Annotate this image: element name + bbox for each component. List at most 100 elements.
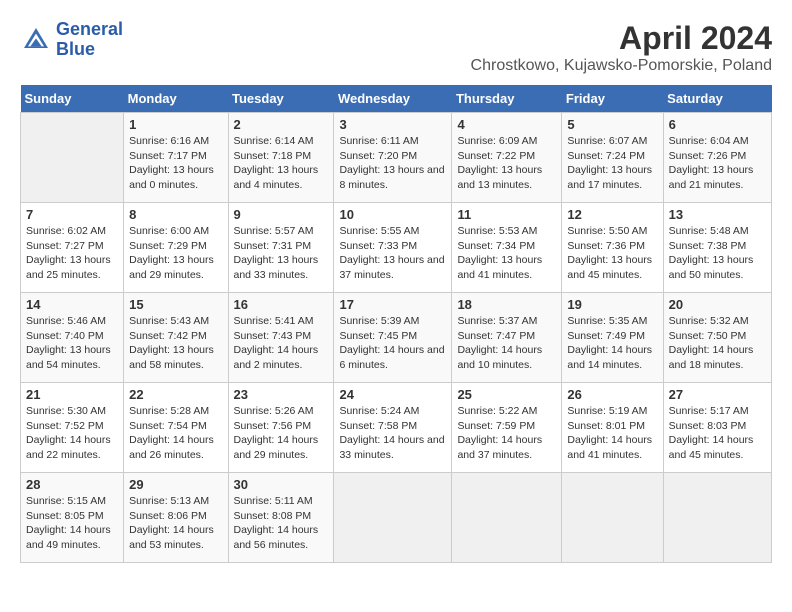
- calendar-week-2: 7 Sunrise: 6:02 AM Sunset: 7:27 PM Dayli…: [21, 203, 772, 293]
- daylight: Daylight: 13 hours and 29 minutes.: [129, 253, 222, 282]
- calendar-cell: 11 Sunrise: 5:53 AM Sunset: 7:34 PM Dayl…: [452, 203, 562, 293]
- calendar-cell: 10 Sunrise: 5:55 AM Sunset: 7:33 PM Dayl…: [334, 203, 452, 293]
- day-number: 16: [234, 297, 329, 312]
- sunset: Sunset: 7:45 PM: [339, 329, 446, 344]
- day-info: Sunrise: 5:32 AM Sunset: 7:50 PM Dayligh…: [669, 314, 766, 373]
- calendar-cell: 3 Sunrise: 6:11 AM Sunset: 7:20 PM Dayli…: [334, 113, 452, 203]
- daylight: Daylight: 14 hours and 18 minutes.: [669, 343, 766, 372]
- sunrise: Sunrise: 6:09 AM: [457, 134, 556, 149]
- calendar-cell: 13 Sunrise: 5:48 AM Sunset: 7:38 PM Dayl…: [663, 203, 771, 293]
- sunrise: Sunrise: 6:04 AM: [669, 134, 766, 149]
- calendar-cell: 20 Sunrise: 5:32 AM Sunset: 7:50 PM Dayl…: [663, 293, 771, 383]
- daylight: Daylight: 14 hours and 33 minutes.: [339, 433, 446, 462]
- day-number: 17: [339, 297, 446, 312]
- sunrise: Sunrise: 6:11 AM: [339, 134, 446, 149]
- sunset: Sunset: 7:31 PM: [234, 239, 329, 254]
- calendar-cell: 4 Sunrise: 6:09 AM Sunset: 7:22 PM Dayli…: [452, 113, 562, 203]
- day-number: 13: [669, 207, 766, 222]
- weekday-header-saturday: Saturday: [663, 85, 771, 113]
- sunrise: Sunrise: 6:14 AM: [234, 134, 329, 149]
- day-number: 4: [457, 117, 556, 132]
- daylight: Daylight: 13 hours and 50 minutes.: [669, 253, 766, 282]
- daylight: Daylight: 14 hours and 14 minutes.: [567, 343, 657, 372]
- header: General Blue April 2024 Chrostkowo, Kuja…: [20, 20, 772, 75]
- day-info: Sunrise: 5:26 AM Sunset: 7:56 PM Dayligh…: [234, 404, 329, 463]
- sunrise: Sunrise: 6:07 AM: [567, 134, 657, 149]
- weekday-header-tuesday: Tuesday: [228, 85, 334, 113]
- day-number: 11: [457, 207, 556, 222]
- daylight: Daylight: 13 hours and 8 minutes.: [339, 163, 446, 192]
- calendar-cell: [663, 473, 771, 563]
- sunrise: Sunrise: 5:15 AM: [26, 494, 118, 509]
- sunset: Sunset: 7:26 PM: [669, 149, 766, 164]
- daylight: Daylight: 13 hours and 17 minutes.: [567, 163, 657, 192]
- calendar-week-1: 1 Sunrise: 6:16 AM Sunset: 7:17 PM Dayli…: [21, 113, 772, 203]
- day-number: 9: [234, 207, 329, 222]
- day-info: Sunrise: 6:11 AM Sunset: 7:20 PM Dayligh…: [339, 134, 446, 193]
- title-area: April 2024 Chrostkowo, Kujawsko-Pomorski…: [471, 20, 772, 75]
- sunrise: Sunrise: 5:24 AM: [339, 404, 446, 419]
- calendar-cell: 9 Sunrise: 5:57 AM Sunset: 7:31 PM Dayli…: [228, 203, 334, 293]
- daylight: Daylight: 14 hours and 56 minutes.: [234, 523, 329, 552]
- day-info: Sunrise: 6:16 AM Sunset: 7:17 PM Dayligh…: [129, 134, 222, 193]
- calendar-cell: 28 Sunrise: 5:15 AM Sunset: 8:05 PM Dayl…: [21, 473, 124, 563]
- day-number: 15: [129, 297, 222, 312]
- calendar-cell: 15 Sunrise: 5:43 AM Sunset: 7:42 PM Dayl…: [124, 293, 228, 383]
- day-info: Sunrise: 6:00 AM Sunset: 7:29 PM Dayligh…: [129, 224, 222, 283]
- day-info: Sunrise: 6:02 AM Sunset: 7:27 PM Dayligh…: [26, 224, 118, 283]
- calendar-cell: [452, 473, 562, 563]
- calendar-cell: 29 Sunrise: 5:13 AM Sunset: 8:06 PM Dayl…: [124, 473, 228, 563]
- day-number: 7: [26, 207, 118, 222]
- day-info: Sunrise: 5:11 AM Sunset: 8:08 PM Dayligh…: [234, 494, 329, 553]
- day-number: 14: [26, 297, 118, 312]
- sunrise: Sunrise: 6:00 AM: [129, 224, 222, 239]
- day-info: Sunrise: 5:15 AM Sunset: 8:05 PM Dayligh…: [26, 494, 118, 553]
- day-number: 28: [26, 477, 118, 492]
- sunrise: Sunrise: 5:48 AM: [669, 224, 766, 239]
- day-info: Sunrise: 5:46 AM Sunset: 7:40 PM Dayligh…: [26, 314, 118, 373]
- page-subtitle: Chrostkowo, Kujawsko-Pomorskie, Poland: [471, 57, 772, 75]
- day-number: 26: [567, 387, 657, 402]
- calendar-cell: 27 Sunrise: 5:17 AM Sunset: 8:03 PM Dayl…: [663, 383, 771, 473]
- sunset: Sunset: 7:49 PM: [567, 329, 657, 344]
- day-info: Sunrise: 5:43 AM Sunset: 7:42 PM Dayligh…: [129, 314, 222, 373]
- daylight: Daylight: 13 hours and 13 minutes.: [457, 163, 556, 192]
- daylight: Daylight: 14 hours and 37 minutes.: [457, 433, 556, 462]
- sunset: Sunset: 8:05 PM: [26, 509, 118, 524]
- day-number: 3: [339, 117, 446, 132]
- sunset: Sunset: 7:59 PM: [457, 419, 556, 434]
- daylight: Daylight: 13 hours and 4 minutes.: [234, 163, 329, 192]
- weekday-header-friday: Friday: [562, 85, 663, 113]
- sunset: Sunset: 7:29 PM: [129, 239, 222, 254]
- calendar-cell: [562, 473, 663, 563]
- day-info: Sunrise: 5:30 AM Sunset: 7:52 PM Dayligh…: [26, 404, 118, 463]
- weekday-header-row: SundayMondayTuesdayWednesdayThursdayFrid…: [21, 85, 772, 113]
- calendar-week-3: 14 Sunrise: 5:46 AM Sunset: 7:40 PM Dayl…: [21, 293, 772, 383]
- calendar-cell: 1 Sunrise: 6:16 AM Sunset: 7:17 PM Dayli…: [124, 113, 228, 203]
- sunrise: Sunrise: 5:17 AM: [669, 404, 766, 419]
- calendar-cell: [334, 473, 452, 563]
- calendar-week-4: 21 Sunrise: 5:30 AM Sunset: 7:52 PM Dayl…: [21, 383, 772, 473]
- calendar-cell: 6 Sunrise: 6:04 AM Sunset: 7:26 PM Dayli…: [663, 113, 771, 203]
- sunrise: Sunrise: 5:22 AM: [457, 404, 556, 419]
- daylight: Daylight: 13 hours and 0 minutes.: [129, 163, 222, 192]
- calendar-cell: 24 Sunrise: 5:24 AM Sunset: 7:58 PM Dayl…: [334, 383, 452, 473]
- daylight: Daylight: 14 hours and 45 minutes.: [669, 433, 766, 462]
- sunrise: Sunrise: 5:35 AM: [567, 314, 657, 329]
- day-number: 20: [669, 297, 766, 312]
- day-info: Sunrise: 5:57 AM Sunset: 7:31 PM Dayligh…: [234, 224, 329, 283]
- day-number: 8: [129, 207, 222, 222]
- calendar-cell: 2 Sunrise: 6:14 AM Sunset: 7:18 PM Dayli…: [228, 113, 334, 203]
- sunrise: Sunrise: 6:02 AM: [26, 224, 118, 239]
- sunset: Sunset: 7:50 PM: [669, 329, 766, 344]
- sunrise: Sunrise: 5:11 AM: [234, 494, 329, 509]
- daylight: Daylight: 13 hours and 54 minutes.: [26, 343, 118, 372]
- day-info: Sunrise: 5:13 AM Sunset: 8:06 PM Dayligh…: [129, 494, 222, 553]
- daylight: Daylight: 14 hours and 26 minutes.: [129, 433, 222, 462]
- daylight: Daylight: 13 hours and 33 minutes.: [234, 253, 329, 282]
- calendar-cell: 21 Sunrise: 5:30 AM Sunset: 7:52 PM Dayl…: [21, 383, 124, 473]
- sunset: Sunset: 7:24 PM: [567, 149, 657, 164]
- daylight: Daylight: 14 hours and 6 minutes.: [339, 343, 446, 372]
- sunset: Sunset: 8:03 PM: [669, 419, 766, 434]
- day-number: 5: [567, 117, 657, 132]
